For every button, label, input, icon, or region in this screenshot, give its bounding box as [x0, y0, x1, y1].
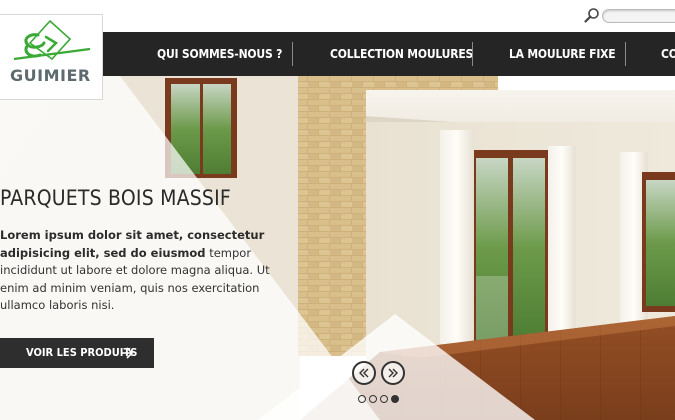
page: QUI SOMMES-NOUS ? COLLECTION MOULURES LA…: [0, 0, 675, 420]
search-bar: [584, 7, 675, 25]
nav-item-qui-sommes-nous[interactable]: QUI SOMMES-NOUS ?: [157, 32, 282, 76]
chevron-left-icon: [359, 368, 369, 378]
slider-dot[interactable]: [391, 395, 399, 403]
logo-text: GUIMIER: [10, 66, 91, 85]
arrow-right-icon: [121, 347, 134, 359]
logo[interactable]: GUIMIER: [0, 14, 103, 100]
slider-dot[interactable]: [369, 395, 377, 403]
guimier-emblem-icon: [13, 19, 91, 61]
nav-item-collection-moulures[interactable]: COLLECTION MOULURES: [330, 32, 473, 76]
nav-item-contact[interactable]: CO: [661, 32, 675, 76]
main-navigation: QUI SOMMES-NOUS ? COLLECTION MOULURES LA…: [103, 32, 675, 76]
nav-separator: [625, 42, 626, 66]
view-products-button[interactable]: VOIR LES PRODUITS: [0, 338, 154, 368]
slider-prev-button[interactable]: [352, 361, 376, 385]
nav-separator: [292, 42, 293, 66]
slider-next-button[interactable]: [381, 361, 405, 385]
magnifier-icon[interactable]: [584, 7, 600, 23]
nav-separator: [472, 42, 473, 66]
search-input[interactable]: [602, 9, 675, 23]
slider-dot[interactable]: [380, 395, 388, 403]
chevron-right-icon: [388, 368, 398, 378]
nav-item-moulure-fixe[interactable]: LA MOULURE FIXE: [509, 32, 616, 76]
slider-dot[interactable]: [358, 395, 366, 403]
hero-title: PARQUETS BOIS MASSIF: [0, 186, 231, 210]
hero-description: Lorem ipsum dolor sit amet, consectetur …: [0, 227, 270, 315]
